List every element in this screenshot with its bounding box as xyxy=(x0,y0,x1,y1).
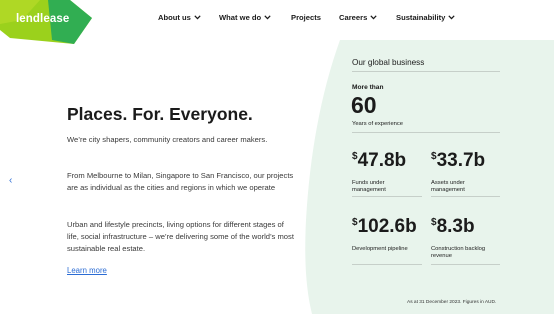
currency-symbol: $ xyxy=(352,217,358,228)
stat-funds-label: Funds under management xyxy=(352,180,386,194)
global-business-title: Our global business xyxy=(352,58,425,67)
divider xyxy=(352,71,500,72)
chevron-down-icon xyxy=(194,15,201,20)
years-prefix: More than xyxy=(352,84,384,91)
currency-symbol: $ xyxy=(431,151,437,162)
chevron-left-icon: ‹ xyxy=(9,175,13,186)
nav-item-projects[interactable]: Projects xyxy=(291,13,321,22)
nav-item-label: Sustainability xyxy=(396,13,446,22)
global-business-background xyxy=(305,40,554,314)
chevron-down-icon xyxy=(264,15,271,20)
hero-intro-paragraph: We’re city shapers, community creators a… xyxy=(67,135,268,144)
main-nav: About us What we do Projects Careers Sus… xyxy=(0,13,554,27)
nav-item-label: Projects xyxy=(291,13,321,22)
years-value: 60 xyxy=(351,92,377,118)
nav-item-about-us[interactable]: About us xyxy=(158,13,201,22)
hero-precincts-paragraph: Urban and lifestyle precincts, living op… xyxy=(67,220,294,254)
divider xyxy=(352,132,500,133)
figures-footnote: As at 31 December 2023. Figures in AUD. xyxy=(407,300,497,305)
hero-cities-paragraph: From Melbourne to Milan, Singapore to Sa… xyxy=(67,171,294,193)
nav-item-careers[interactable]: Careers xyxy=(339,13,377,22)
divider xyxy=(352,264,422,265)
stat-backlog-label: Construction backlog revenue xyxy=(431,246,486,260)
years-label: Years of experience xyxy=(352,121,404,127)
stat-pipeline-value: $102.6b xyxy=(352,216,417,238)
nav-item-label: About us xyxy=(158,13,191,22)
stat-funds-value: $47.8b xyxy=(352,150,406,172)
stat-pipeline-label: Development pipeline xyxy=(352,246,408,252)
stat-assets-value: $33.7b xyxy=(431,150,485,172)
currency-symbol: $ xyxy=(352,151,358,162)
chevron-down-icon xyxy=(370,15,377,20)
stat-number: 33.7b xyxy=(436,150,486,171)
learn-more-link[interactable]: Learn more xyxy=(67,266,107,275)
stat-assets-label: Assets under management xyxy=(431,180,465,194)
nav-item-label: Careers xyxy=(339,13,368,22)
currency-symbol: $ xyxy=(431,217,437,228)
hero-title: Places. For. Everyone. xyxy=(67,104,253,124)
nav-item-what-we-do[interactable]: What we do xyxy=(219,13,271,22)
stat-number: 8.3b xyxy=(436,216,475,237)
nav-item-label: What we do xyxy=(219,13,262,22)
stat-number: 47.8b xyxy=(357,150,407,171)
stat-backlog-value: $8.3b xyxy=(431,216,475,238)
divider xyxy=(352,196,422,197)
chevron-down-icon xyxy=(448,15,456,20)
divider xyxy=(431,264,500,265)
nav-item-sustainability[interactable]: Sustainability xyxy=(396,13,456,22)
divider xyxy=(431,196,500,197)
carousel-prev-button[interactable]: ‹ xyxy=(9,175,12,186)
stat-number: 102.6b xyxy=(357,216,417,237)
